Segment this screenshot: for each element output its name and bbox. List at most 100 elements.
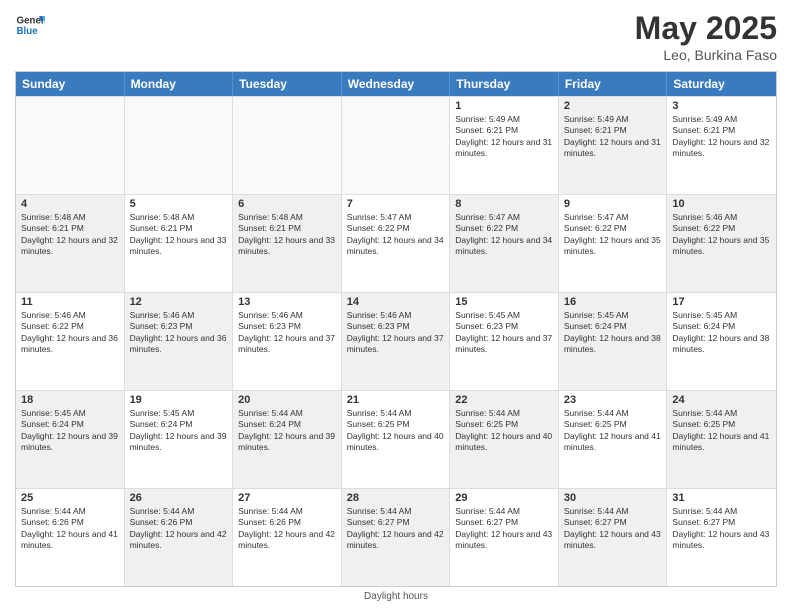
calendar-cell: 16Sunrise: 5:45 AMSunset: 6:24 PMDayligh…: [559, 293, 668, 390]
calendar-cell: 30 Sunrise: 5:44 AMSunset: 6:27 PMDayligh…: [559, 489, 668, 586]
calendar-week-row: 1 Sunrise: 5:49 AMSunset: 6:21 PMDaylight…: [16, 96, 776, 194]
page: General Blue May 2025 Leo, Burkina Faso …: [0, 0, 792, 612]
day-number: 10: [672, 198, 771, 210]
calendar-cell: 1 Sunrise: 5:49 AMSunset: 6:21 PMDaylight…: [450, 97, 559, 194]
day-number: 16: [564, 296, 662, 308]
calendar-header-cell: Saturday: [667, 72, 776, 96]
day-info: Sunrise: 5:47 AMSunset: 6:22 PMDaylight:…: [564, 212, 662, 258]
calendar-header-cell: Monday: [125, 72, 234, 96]
calendar-cell: 28 Sunrise: 5:44 AMSunset: 6:27 PMDayligh…: [342, 489, 451, 586]
calendar-cell: [342, 97, 451, 194]
calendar-cell: 7 Sunrise: 5:47 AMSunset: 6:22 PMDaylight…: [342, 195, 451, 292]
logo: General Blue: [15, 10, 45, 40]
calendar-header-cell: Friday: [559, 72, 668, 96]
calendar-cell: 4 Sunrise: 5:48 AMSunset: 6:21 PMDaylight…: [16, 195, 125, 292]
day-info: Sunrise: 5:44 AMSunset: 6:25 PMDaylight:…: [672, 408, 771, 454]
calendar-week-row: 4 Sunrise: 5:48 AMSunset: 6:21 PMDaylight…: [16, 194, 776, 292]
calendar-week-row: 18 Sunrise: 5:45 AMSunset: 6:24 PMDayligh…: [16, 390, 776, 488]
logo-icon: General Blue: [15, 10, 45, 40]
day-number: 25: [21, 492, 119, 504]
day-info: Sunrise: 5:45 AMSunset: 6:24 PMDaylight:…: [130, 408, 228, 454]
calendar-cell: 29Sunrise: 5:44 AMSunset: 6:27 PMDayligh…: [450, 489, 559, 586]
day-number: 1: [455, 100, 553, 112]
day-info: Sunrise: 5:44 AMSunset: 6:25 PMDaylight:…: [564, 408, 662, 454]
calendar-cell: 20 Sunrise: 5:44 AMSunset: 6:24 PMDayligh…: [233, 391, 342, 488]
day-info: Sunrise: 5:46 AMSunset: 6:23 PMDaylight:…: [238, 310, 336, 356]
calendar-cell: 13 Sunrise: 5:46 AMSunset: 6:23 PMDayligh…: [233, 293, 342, 390]
day-number: 6: [238, 198, 336, 210]
day-info: Sunrise: 5:45 AMSunset: 6:24 PMDaylight:…: [672, 310, 771, 356]
day-number: 13: [238, 296, 336, 308]
day-info: Sunrise: 5:48 AMSunset: 6:21 PMDaylight:…: [130, 212, 228, 258]
calendar-cell: 6 Sunrise: 5:48 AMSunset: 6:21 PMDaylight…: [233, 195, 342, 292]
calendar-cell: 17 Sunrise: 5:45 AMSunset: 6:24 PMDayligh…: [667, 293, 776, 390]
day-info: Sunrise: 5:44 AMSunset: 6:27 PMDaylight:…: [455, 506, 553, 552]
day-number: 21: [347, 394, 445, 406]
header: General Blue May 2025 Leo, Burkina Faso: [15, 10, 777, 63]
day-info: Sunrise: 5:44 AMSunset: 6:27 PMDaylight:…: [564, 506, 662, 552]
calendar-cell: 5 Sunrise: 5:48 AMSunset: 6:21 PMDaylight…: [125, 195, 234, 292]
calendar-cell: 11 Sunrise: 5:46 AMSunset: 6:22 PMDayligh…: [16, 293, 125, 390]
day-number: 23: [564, 394, 662, 406]
day-number: 30: [564, 492, 662, 504]
day-info: Sunrise: 5:46 AMSunset: 6:22 PMDaylight:…: [21, 310, 119, 356]
day-info: Sunrise: 5:44 AMSunset: 6:26 PMDaylight:…: [130, 506, 228, 552]
calendar-cell: 25 Sunrise: 5:44 AMSunset: 6:26 PMDayligh…: [16, 489, 125, 586]
day-info: Sunrise: 5:46 AMSunset: 6:22 PMDaylight:…: [672, 212, 771, 258]
day-info: Sunrise: 5:47 AMSunset: 6:22 PMDaylight:…: [347, 212, 445, 258]
day-number: 31: [672, 492, 771, 504]
day-number: 26: [130, 492, 228, 504]
day-number: 14: [347, 296, 445, 308]
calendar-cell: 27Sunrise: 5:44 AMSunset: 6:26 PMDayligh…: [233, 489, 342, 586]
day-number: 27: [238, 492, 336, 504]
calendar-cell: 21 Sunrise: 5:44 AMSunset: 6:25 PMDayligh…: [342, 391, 451, 488]
day-number: 4: [21, 198, 119, 210]
day-info: Sunrise: 5:44 AMSunset: 6:26 PMDaylight:…: [21, 506, 119, 552]
calendar-title: May 2025: [635, 10, 777, 47]
calendar-cell: [125, 97, 234, 194]
day-number: 12: [130, 296, 228, 308]
day-number: 3: [672, 100, 771, 112]
calendar-cell: 12 Sunrise: 5:46 AMSunset: 6:23 PMDayligh…: [125, 293, 234, 390]
day-info: Sunrise: 5:49 AMSunset: 6:21 PMDaylight:…: [455, 114, 553, 160]
day-info: Sunrise: 5:49 AMSunset: 6:21 PMDaylight:…: [672, 114, 771, 160]
footer-note: Daylight hours: [15, 591, 777, 602]
calendar-header-cell: Thursday: [450, 72, 559, 96]
calendar-cell: 19 Sunrise: 5:45 AMSunset: 6:24 PMDayligh…: [125, 391, 234, 488]
day-info: Sunrise: 5:46 AMSunset: 6:23 PMDaylight:…: [130, 310, 228, 356]
day-info: Sunrise: 5:44 AMSunset: 6:25 PMDaylight:…: [455, 408, 553, 454]
day-number: 28: [347, 492, 445, 504]
calendar-cell: 18Sunrise: 5:45 AMSunset: 6:24 PMDayligh…: [16, 391, 125, 488]
day-number: 24: [672, 394, 771, 406]
day-info: Sunrise: 5:44 AMSunset: 6:24 PMDaylight:…: [238, 408, 336, 454]
title-block: May 2025 Leo, Burkina Faso: [635, 10, 777, 63]
calendar-cell: 9 Sunrise: 5:47 AMSunset: 6:22 PMDaylight…: [559, 195, 668, 292]
calendar-cell: 26 Sunrise: 5:44 AMSunset: 6:26 PMDayligh…: [125, 489, 234, 586]
day-number: 20: [238, 394, 336, 406]
calendar-cell: 24 Sunrise: 5:44 AMSunset: 6:25 PMDayligh…: [667, 391, 776, 488]
calendar-cell: 2Sunrise: 5:49 AMSunset: 6:21 PMDaylight…: [559, 97, 668, 194]
calendar-header-row: SundayMondayTuesdayWednesdayThursdayFrid…: [16, 72, 776, 96]
day-info: Sunrise: 5:44 AMSunset: 6:27 PMDaylight:…: [672, 506, 771, 552]
day-info: Sunrise: 5:46 AMSunset: 6:23 PMDaylight:…: [347, 310, 445, 356]
day-number: 5: [130, 198, 228, 210]
day-number: 9: [564, 198, 662, 210]
day-info: Sunrise: 5:44 AMSunset: 6:25 PMDaylight:…: [347, 408, 445, 454]
calendar: SundayMondayTuesdayWednesdayThursdayFrid…: [15, 71, 777, 587]
calendar-week-row: 25 Sunrise: 5:44 AMSunset: 6:26 PMDayligh…: [16, 488, 776, 586]
calendar-cell: 15 Sunrise: 5:45 AMSunset: 6:23 PMDayligh…: [450, 293, 559, 390]
day-number: 11: [21, 296, 119, 308]
day-number: 17: [672, 296, 771, 308]
day-info: Sunrise: 5:48 AMSunset: 6:21 PMDaylight:…: [238, 212, 336, 258]
day-number: 18: [21, 394, 119, 406]
day-info: Sunrise: 5:48 AMSunset: 6:21 PMDaylight:…: [21, 212, 119, 258]
day-number: 7: [347, 198, 445, 210]
day-number: 15: [455, 296, 553, 308]
calendar-cell: 31 Sunrise: 5:44 AMSunset: 6:27 PMDayligh…: [667, 489, 776, 586]
day-number: 2: [564, 100, 662, 112]
calendar-cell: 14 Sunrise: 5:46 AMSunset: 6:23 PMDayligh…: [342, 293, 451, 390]
calendar-cell: 23 Sunrise: 5:44 AMSunset: 6:25 PMDayligh…: [559, 391, 668, 488]
day-number: 19: [130, 394, 228, 406]
day-info: Sunrise: 5:44 AMSunset: 6:27 PMDaylight:…: [347, 506, 445, 552]
day-info: Sunrise: 5:45 AMSunset: 6:23 PMDaylight:…: [455, 310, 553, 356]
